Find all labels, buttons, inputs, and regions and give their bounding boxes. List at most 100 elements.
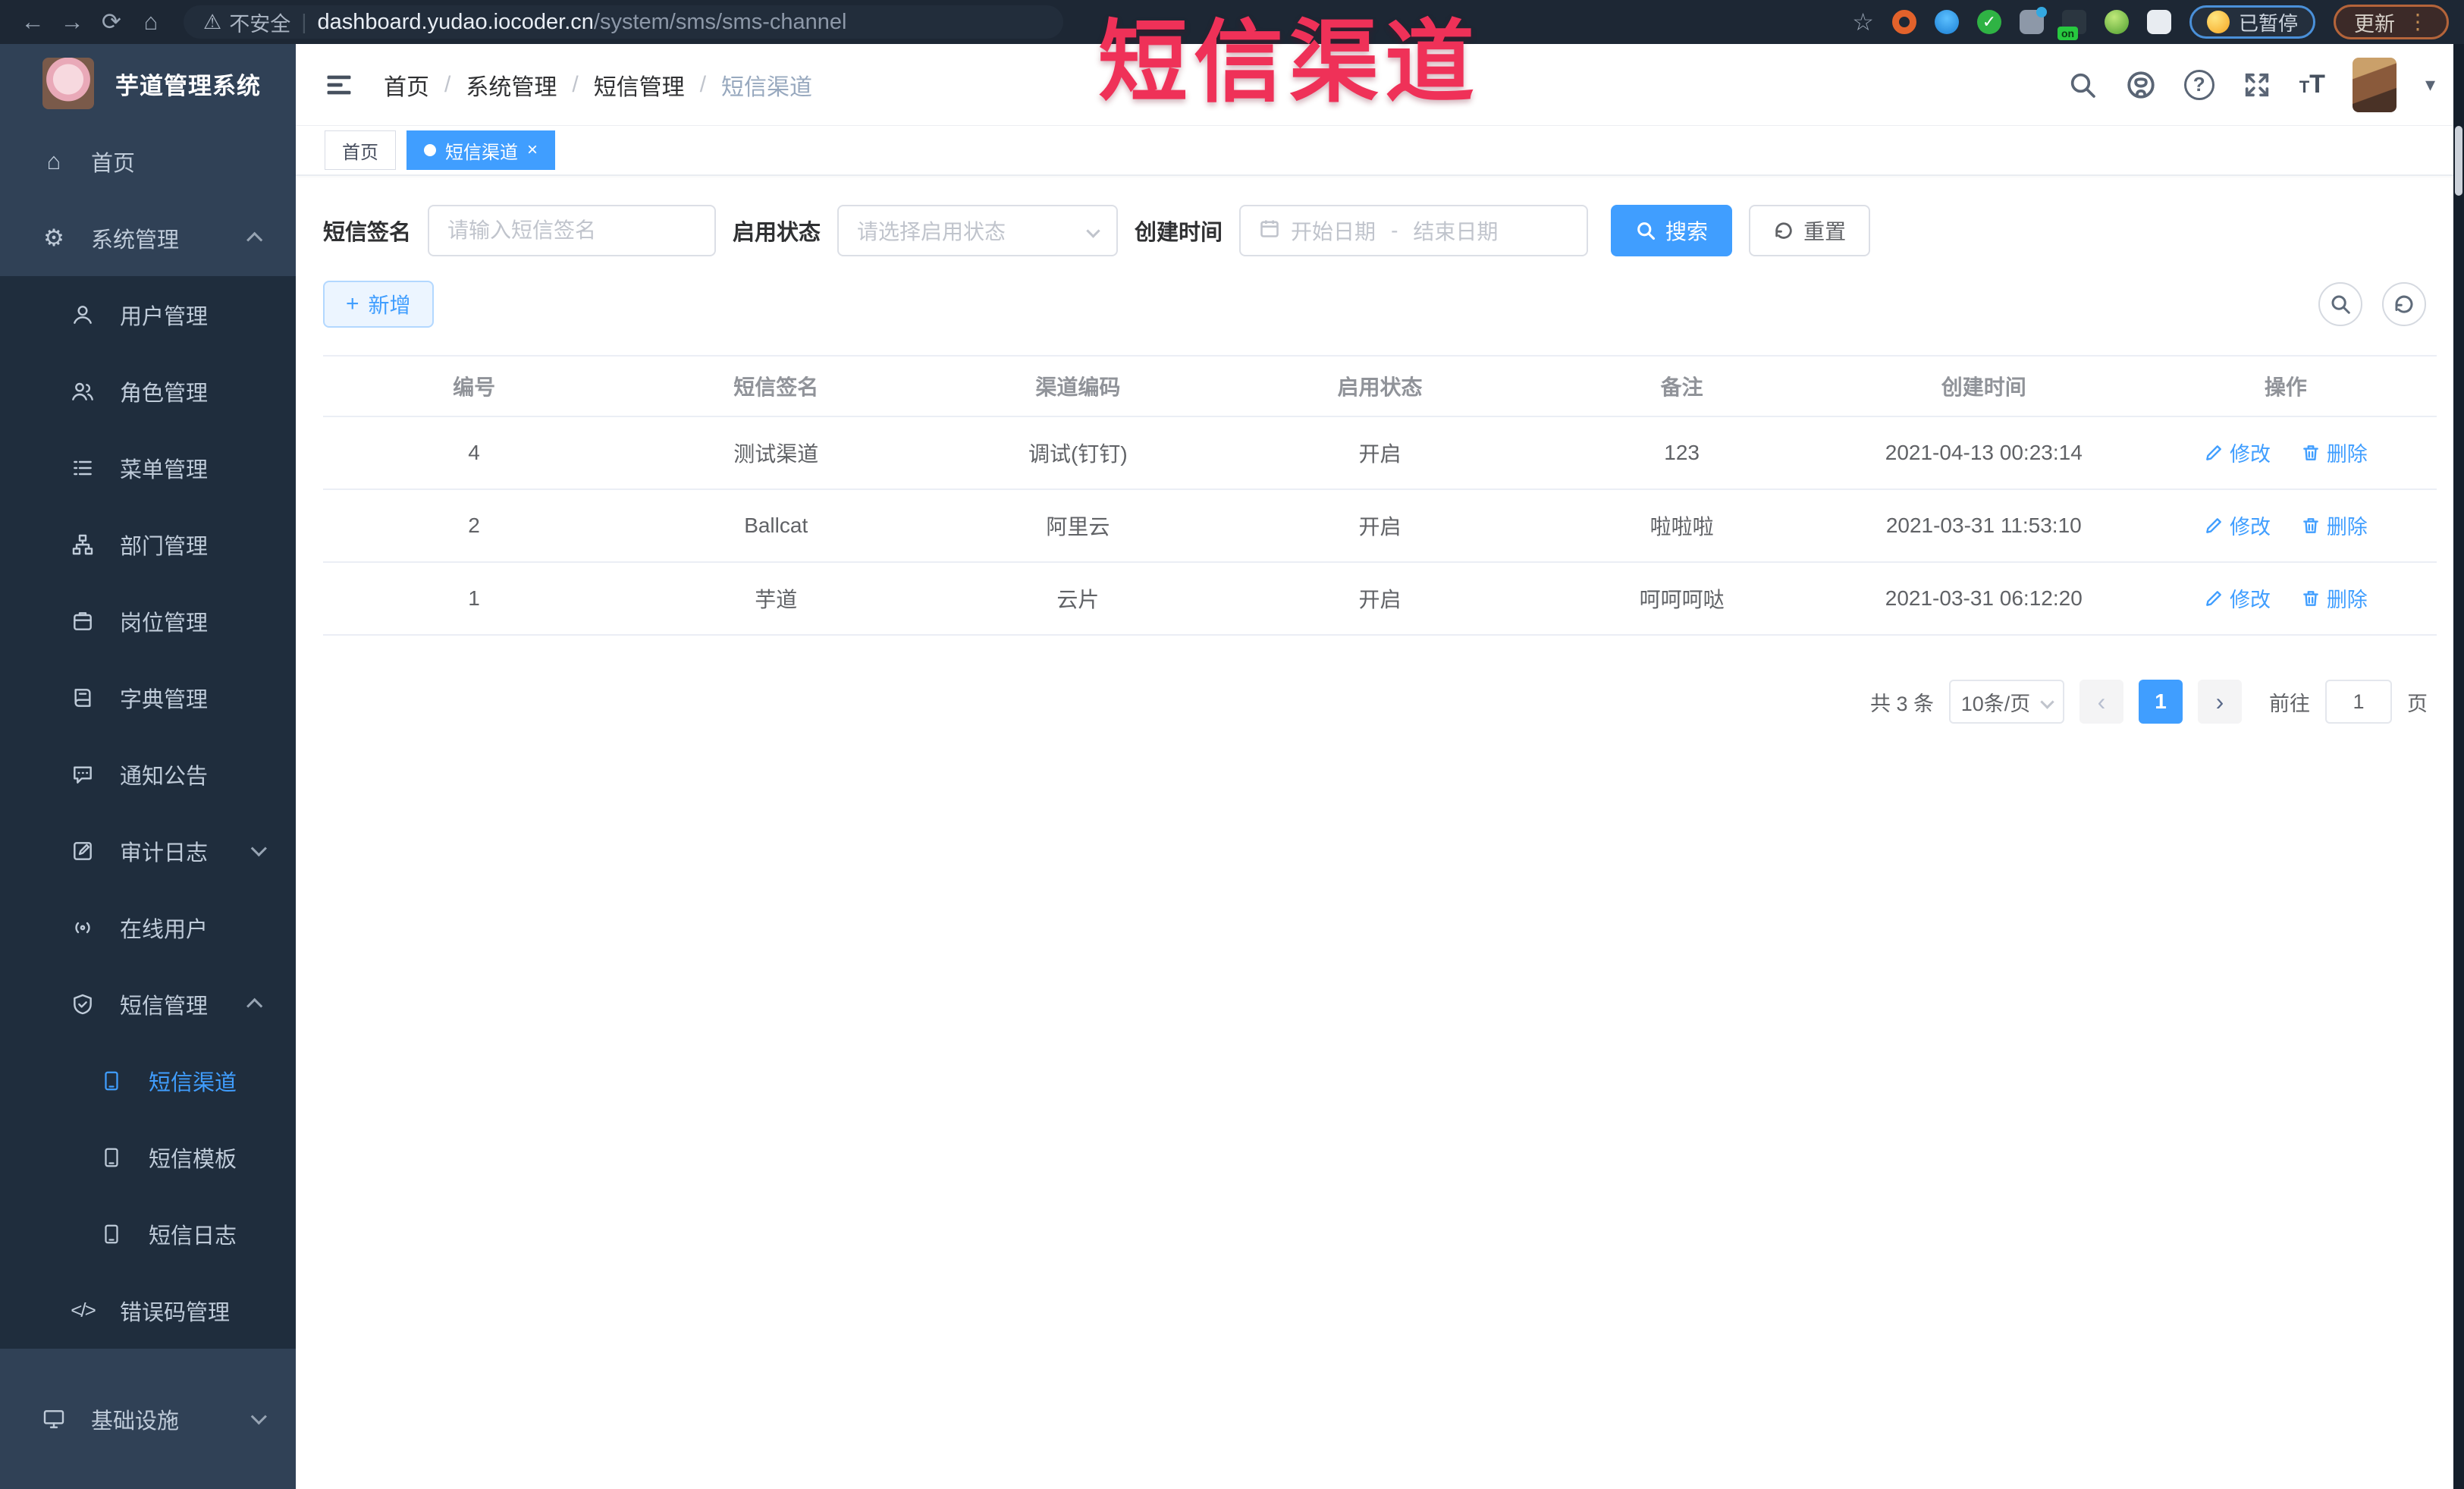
add-button[interactable]: + 新增 — [323, 281, 434, 328]
paused-extension-pill[interactable]: 已暂停 — [2189, 5, 2315, 39]
page-size-select[interactable]: 10条/页 — [1949, 680, 2064, 724]
chevron-down-icon — [250, 840, 267, 857]
sidebar-item-menu-mgmt[interactable]: 菜单管理 — [0, 429, 296, 506]
cell-signature: 芋道 — [625, 562, 928, 636]
cell-code: 调试(钉钉) — [927, 416, 1229, 490]
sidebar-item-label: 错误码管理 — [120, 1300, 231, 1325]
sidebar-item-sms-log[interactable]: 短信日志 — [0, 1195, 296, 1272]
sidebar-item-system-mgmt[interactable]: ⚙ 系统管理 — [0, 199, 296, 276]
security-label: 不安全 — [229, 12, 291, 36]
sidebar-item-label: 角色管理 — [120, 381, 209, 406]
sidebar-item-dict-mgmt[interactable]: 字典管理 — [0, 659, 296, 736]
fullscreen-icon[interactable] — [2242, 70, 2272, 100]
extension-blue-pin-icon[interactable] — [1934, 10, 1959, 34]
edit-link[interactable]: 修改 — [2204, 438, 2271, 467]
delete-link[interactable]: 删除 — [2301, 583, 2368, 613]
current-page-button[interactable]: 1 — [2139, 680, 2183, 724]
page-unit-label: 页 — [2407, 692, 2428, 715]
sidebar-item-user-mgmt[interactable]: 用户管理 — [0, 276, 296, 353]
cell-created: 2021-03-31 06:12:20 — [1832, 562, 2135, 636]
toggle-search-button[interactable] — [2318, 282, 2362, 326]
sidebar-item-post-mgmt[interactable]: 岗位管理 — [0, 583, 296, 659]
breadcrumb-sms[interactable]: 短信管理 — [594, 68, 685, 102]
extension-sprout-icon[interactable] — [2104, 10, 2129, 34]
cell-created: 2021-03-31 11:53:10 — [1832, 489, 2135, 563]
tag-home[interactable]: 首页 — [325, 130, 396, 170]
edit-link[interactable]: 修改 — [2204, 583, 2271, 613]
tag-label: 首页 — [342, 142, 378, 163]
font-size-icon[interactable]: TT — [2299, 70, 2325, 99]
extension-green-check-icon[interactable]: ✓ — [1976, 10, 2001, 34]
sidebar-item-online-users[interactable]: 在线用户 — [0, 889, 296, 966]
search-button[interactable]: 搜索 — [1611, 205, 1733, 256]
browser-back-icon[interactable]: ← — [15, 5, 50, 39]
sidebar-item-audit-log[interactable]: 审计日志 — [0, 812, 296, 889]
browser-update-button[interactable]: 更新 ⋮ — [2334, 5, 2449, 39]
sidebar-item-infrastructure[interactable]: 基础设施 — [0, 1349, 296, 1489]
browser-menu-dots-icon[interactable]: ⋮ — [2407, 11, 2428, 33]
tag-close-icon[interactable]: × — [527, 141, 538, 159]
extension-onhub-icon[interactable] — [2057, 10, 2086, 40]
tag-sms-channel[interactable]: 短信渠道 × — [406, 130, 556, 170]
update-label: 更新 — [2354, 12, 2395, 36]
extension-orange-ring-icon[interactable] — [1891, 10, 1916, 34]
security-warning[interactable]: ⚠ 不安全 — [203, 8, 290, 37]
logo-area[interactable]: 芋道管理系统 — [0, 44, 296, 123]
app-frame: 芋道管理系统 ⌂ 首页 ⚙ 系统管理 用户管理 角色管理 菜单管理 部门管理 岗… — [0, 44, 2464, 1489]
page-url[interactable]: dashboard.yudao.iocoder.cn/system/sms/sm… — [318, 10, 847, 35]
help-icon[interactable]: ? — [2183, 69, 2214, 100]
browser-home-icon[interactable]: ⌂ — [133, 5, 168, 39]
browser-extensions: ☆ ✓ 已暂停 更新 ⋮ — [1852, 5, 2449, 40]
cell-signature: 测试渠道 — [625, 416, 928, 490]
scrollbar-thumb[interactable] — [2455, 126, 2462, 196]
extensions-puzzle-icon[interactable] — [2146, 10, 2171, 34]
collapse-sidebar-icon[interactable] — [325, 72, 353, 98]
cell-actions: 修改 删除 — [2134, 562, 2437, 636]
breadcrumb-system[interactable]: 系统管理 — [466, 68, 557, 102]
sidebar-item-sms-template[interactable]: 短信模板 — [0, 1119, 296, 1195]
sidebar-item-label: 用户管理 — [120, 304, 209, 329]
prev-page-button[interactable]: ‹ — [2079, 680, 2123, 724]
sidebar-item-errcode-mgmt[interactable]: </> 错误码管理 — [0, 1272, 296, 1349]
next-page-button[interactable]: › — [2198, 680, 2242, 724]
avatar-caret-icon[interactable]: ▾ — [2425, 73, 2435, 96]
extension-people-icon[interactable] — [2019, 7, 2047, 34]
breadcrumb-home[interactable]: 首页 — [384, 68, 429, 102]
date-range-picker[interactable]: 开始日期 - 结束日期 — [1239, 205, 1589, 256]
total-count: 共 3 条 — [1869, 692, 1934, 715]
table-row: 2 Ballcat 阿里云 开启 啦啦啦 2021-03-31 11:53:10… — [323, 489, 2437, 563]
browser-reload-icon[interactable]: ⟳ — [94, 5, 129, 39]
shield-icon — [65, 992, 100, 1016]
sidebar-item-label: 短信管理 — [120, 994, 209, 1019]
scrollbar-track[interactable] — [2453, 44, 2464, 1489]
sidebar-item-label: 审计日志 — [120, 840, 209, 865]
sidebar-item-notice[interactable]: 通知公告 — [0, 736, 296, 812]
delete-link[interactable]: 删除 — [2301, 438, 2368, 467]
chevron-down-icon — [2040, 694, 2054, 709]
browser-forward-icon[interactable]: → — [55, 5, 89, 39]
delete-link[interactable]: 删除 — [2301, 510, 2368, 540]
refresh-button[interactable] — [2382, 282, 2426, 326]
signature-input[interactable] — [447, 218, 697, 243]
sidebar-item-label: 部门管理 — [120, 534, 209, 559]
sidebar-item-role-mgmt[interactable]: 角色管理 — [0, 353, 296, 429]
breadcrumb: 首页 / 系统管理 / 短信管理 / 短信渠道 — [384, 68, 812, 102]
sidebar-item-sms-channel[interactable]: 短信渠道 — [0, 1042, 296, 1119]
sidebar-item-sms-mgmt[interactable]: 短信管理 — [0, 966, 296, 1042]
github-icon[interactable] — [2125, 69, 2157, 101]
sidebar-item-home[interactable]: ⌂ 首页 — [0, 123, 296, 199]
reset-button[interactable]: 重置 — [1749, 205, 1871, 256]
search-icon[interactable] — [2067, 70, 2098, 100]
edit-link[interactable]: 修改 — [2204, 510, 2271, 540]
goto-page-input[interactable] — [2325, 680, 2392, 724]
breadcrumb-separator: / — [444, 71, 451, 97]
create-time-label: 创建时间 — [1135, 221, 1223, 245]
bookmark-star-icon[interactable]: ☆ — [1852, 8, 1874, 36]
edit-doc-icon — [65, 839, 100, 863]
user-avatar[interactable] — [2352, 57, 2397, 112]
filter-form: 短信签名 启用状态 请选择启用状态 创建时间 开始日期 — [323, 205, 2437, 256]
cell-id: 4 — [323, 416, 626, 490]
status-select[interactable]: 请选择启用状态 — [837, 205, 1119, 256]
sidebar-item-dept-mgmt[interactable]: 部门管理 — [0, 506, 296, 583]
address-bar[interactable]: ⚠ 不安全 | dashboard.yudao.iocoder.cn/syste… — [184, 5, 1063, 39]
